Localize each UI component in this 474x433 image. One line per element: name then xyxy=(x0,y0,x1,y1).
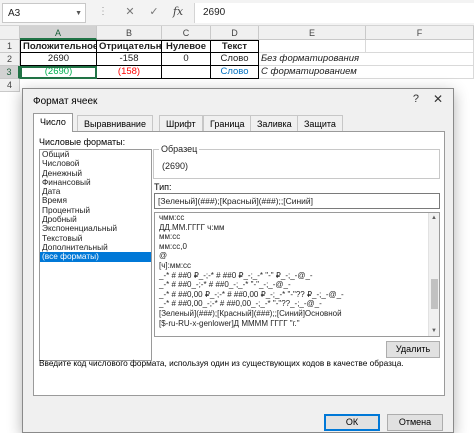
confirm-entry-icon[interactable]: ✓ xyxy=(146,5,162,21)
chevron-down-icon[interactable]: ▼ xyxy=(75,10,82,17)
cell-d2[interactable]: Слово xyxy=(211,53,259,66)
format-cells-dialog: Формат ячеек ? ✕ Число Выравнивание Шриф… xyxy=(22,88,454,433)
row-header-2[interactable]: 2 xyxy=(0,53,20,66)
cell-a3[interactable]: (2690) xyxy=(20,66,97,79)
cell-c2[interactable]: 0 xyxy=(162,53,211,66)
scroll-up-icon[interactable]: ▲ xyxy=(429,213,439,223)
cell-c3[interactable] xyxy=(162,66,211,79)
format-code-item[interactable]: _-* # ##0_-;-* # ##0_-;_-* "-"_-;_-@_- xyxy=(155,280,439,290)
column-header-b[interactable]: B xyxy=(97,26,162,40)
cell-a1[interactable]: Положительное xyxy=(20,40,97,53)
number-tab-panel: Числовые форматы: Общий Числовой Денежны… xyxy=(33,131,445,396)
cell-c1[interactable]: Нулевое xyxy=(162,40,211,53)
format-code-item[interactable]: [Зеленый](###);[Красный](###);;[Синий]Ос… xyxy=(155,309,439,319)
format-code-item[interactable]: мм:сс,0 xyxy=(155,242,439,252)
close-icon[interactable]: ✕ xyxy=(433,92,443,106)
format-code-item[interactable]: _-* # ##0 ₽_-;-* # ##0 ₽_-;_-* "-" ₽_-;_… xyxy=(155,271,439,281)
cell-f1[interactable] xyxy=(366,40,474,53)
category-item-selected[interactable]: (все форматы) xyxy=(40,251,151,262)
dialog-title: Формат ячеек xyxy=(33,96,98,107)
cell-e3[interactable]: С форматированием xyxy=(259,66,366,79)
sample-label: Образец xyxy=(159,144,200,154)
format-code-item[interactable]: ДД.ММ.ГГГГ ч:мм xyxy=(155,223,439,233)
format-code-item[interactable]: [$-ru-RU-x-genlower]Д ММММ ГГГГ "г." xyxy=(155,319,439,329)
name-box-value: A3 xyxy=(8,8,21,19)
column-header-d[interactable]: D xyxy=(211,26,259,40)
sample-group: Образец (2690) xyxy=(153,144,440,179)
cell-e1[interactable] xyxy=(259,40,366,53)
cell-f2[interactable] xyxy=(366,53,474,66)
cell-e2[interactable]: Без форматирования xyxy=(259,53,366,66)
column-header-a[interactable]: A xyxy=(20,26,97,40)
formula-bar: A3 ▼ ⋮ ✕ ✓ fx 2690 xyxy=(0,0,474,26)
format-description: Введите код числового формата, используя… xyxy=(39,358,404,368)
cell-d1[interactable]: Текст xyxy=(211,40,259,53)
cell-a2[interactable]: 2690 xyxy=(20,53,97,66)
format-code-item[interactable]: @ xyxy=(155,251,439,261)
type-input[interactable]: [Зеленый](###);[Красный](###);;[Синий] xyxy=(154,193,440,209)
formula-bar-grip-icon: ⋮ xyxy=(98,6,108,17)
help-icon[interactable]: ? xyxy=(413,93,419,105)
tab-number[interactable]: Число xyxy=(33,113,73,132)
cancel-button[interactable]: Отмена xyxy=(387,414,443,431)
row-header-4[interactable]: 4 xyxy=(0,79,20,92)
categories-label: Числовые форматы: xyxy=(39,137,126,147)
tab-border[interactable]: Граница xyxy=(203,115,252,132)
format-code-list[interactable]: чмм:сс ДД.ММ.ГГГГ ч:мм мм:сс мм:сс,0 @ [… xyxy=(154,212,440,337)
delete-button[interactable]: Удалить xyxy=(386,341,440,358)
tab-alignment[interactable]: Выравнивание xyxy=(77,115,153,132)
formula-input[interactable]: 2690 xyxy=(194,3,474,23)
name-box[interactable]: A3 ▼ xyxy=(2,3,86,23)
format-code-item[interactable]: _-* # ##0,00_-;-* # ##0,00_-;_-* "-"??_-… xyxy=(155,299,439,309)
row-header-1[interactable]: 1 xyxy=(0,40,20,53)
cell-f3[interactable] xyxy=(366,66,474,79)
scroll-down-icon[interactable]: ▼ xyxy=(429,326,439,336)
column-header-c[interactable]: C xyxy=(162,26,211,40)
format-list-scrollbar[interactable]: ▲ ▼ xyxy=(428,213,439,336)
tab-protection[interactable]: Защита xyxy=(297,115,343,132)
format-code-item[interactable]: мм:сс xyxy=(155,232,439,242)
cell-d3[interactable]: Слово xyxy=(211,66,259,79)
tab-fill[interactable]: Заливка xyxy=(250,115,299,132)
cancel-entry-icon[interactable]: ✕ xyxy=(122,5,138,21)
column-header-f[interactable]: F xyxy=(366,26,474,40)
cell-b2[interactable]: -158 xyxy=(97,53,162,66)
category-list[interactable]: Общий Числовой Денежный Финансовый Дата … xyxy=(39,149,152,361)
ok-button[interactable]: ОК xyxy=(324,414,380,431)
insert-function-icon[interactable]: fx xyxy=(170,5,186,21)
format-code-item[interactable]: _-* # ##0,00 ₽_-;-* # ##0,00 ₽_-;_-* "-"… xyxy=(155,290,439,300)
scroll-thumb[interactable] xyxy=(431,279,438,309)
cell-b3[interactable]: (158) xyxy=(97,66,162,79)
tab-font[interactable]: Шрифт xyxy=(159,115,203,132)
type-label: Тип: xyxy=(154,182,172,192)
select-all-corner[interactable] xyxy=(0,26,20,40)
cell-b1[interactable]: Отрицательное xyxy=(97,40,162,53)
format-code-item[interactable]: [ч]:мм:сс xyxy=(155,261,439,271)
format-code-item[interactable]: чмм:сс xyxy=(155,213,439,223)
sample-value: (2690) xyxy=(162,161,189,171)
column-header-e[interactable]: E xyxy=(259,26,366,40)
row-header-3[interactable]: 3 xyxy=(0,66,20,79)
